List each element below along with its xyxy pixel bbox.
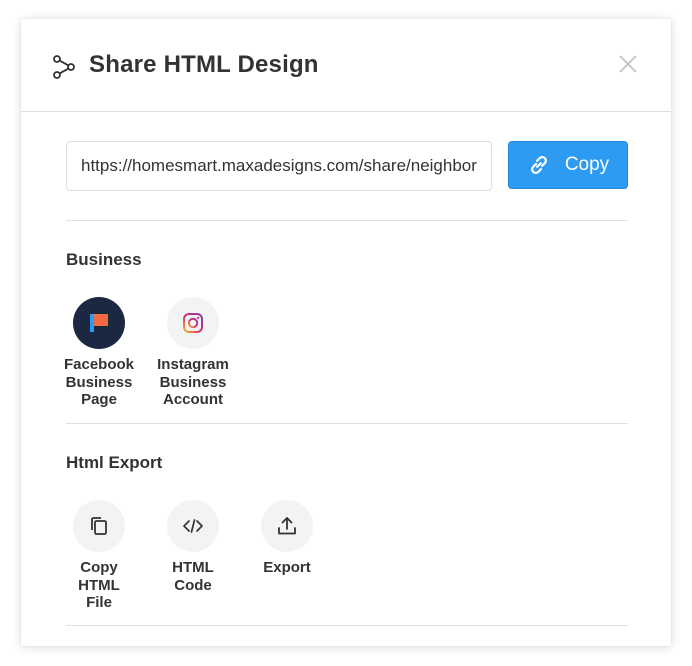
dialog-title: Share HTML Design (89, 51, 319, 78)
dialog-header: Share HTML Design (21, 19, 671, 112)
option-label: Instagram Business Account (157, 356, 229, 408)
copy-icon (73, 500, 125, 552)
close-icon[interactable] (618, 54, 638, 74)
option-label: HTML Code (172, 559, 214, 594)
divider (66, 625, 628, 626)
export-option[interactable]: Export (239, 500, 335, 577)
option-label: Facebook Business Page (63, 356, 135, 408)
divider (66, 220, 628, 221)
share-link-input[interactable] (66, 141, 492, 191)
facebook-flag-icon (73, 297, 125, 349)
share-dialog: Share HTML Design Copy Business (21, 19, 671, 646)
copy-link-button[interactable]: Copy (508, 141, 628, 189)
link-icon (527, 153, 551, 177)
upload-icon (261, 500, 313, 552)
share-icon (53, 55, 75, 79)
copy-html-file-option[interactable]: Copy HTML File (51, 500, 147, 612)
facebook-business-page-option[interactable]: Facebook Business Page (51, 297, 147, 409)
html-export-section-title: Html Export (66, 453, 163, 472)
copy-button-label: Copy (564, 154, 610, 175)
business-section-title: Business (66, 250, 142, 269)
option-label: Copy HTML File (78, 559, 120, 611)
option-label: Export (263, 559, 311, 576)
code-icon (167, 500, 219, 552)
instagram-business-account-option[interactable]: Instagram Business Account (145, 297, 241, 409)
divider (66, 423, 628, 424)
html-code-option[interactable]: HTML Code (145, 500, 241, 594)
instagram-icon (167, 297, 219, 349)
